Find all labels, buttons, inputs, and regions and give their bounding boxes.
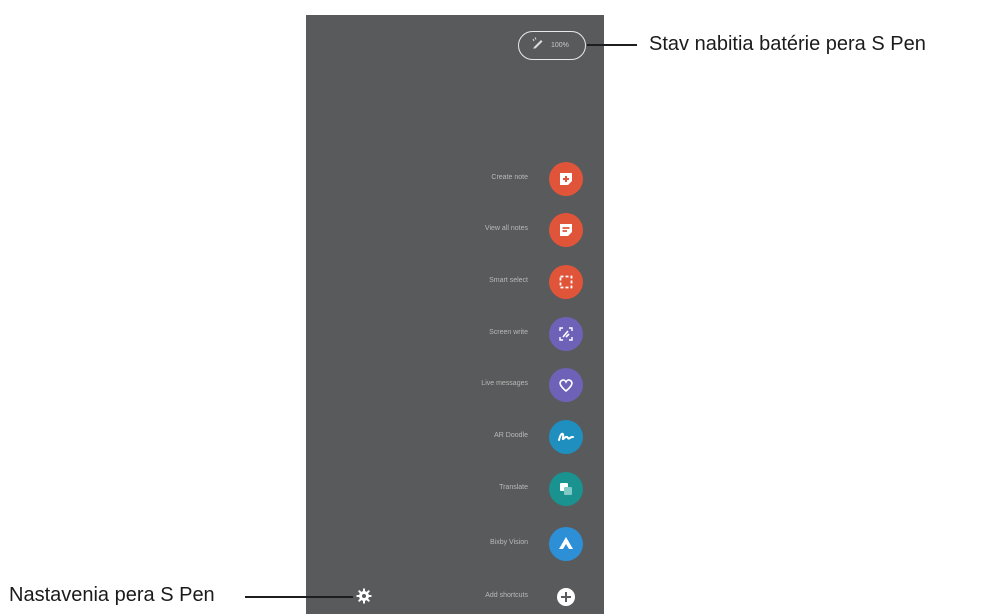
menu-item-label: Add shortcuts [485,592,528,599]
menu-item-create-note[interactable]: Create note [306,162,604,196]
pen-battery-status: 100% [518,31,586,60]
menu-item-view-notes[interactable]: View all notes [306,213,604,247]
translate-icon[interactable] [549,472,583,506]
menu-item-live-messages[interactable]: Live messages [306,368,604,402]
menu-item-label: Translate [499,484,528,491]
view-notes-icon[interactable] [549,213,583,247]
battery-callout-label: Stav nabitia batérie pera S Pen [649,33,926,55]
smart-select-icon[interactable] [549,265,583,299]
ar-doodle-icon[interactable] [549,420,583,454]
settings-callout-label: Nastavenia pera S Pen [9,584,215,606]
gear-icon[interactable] [355,587,373,605]
battery-callout-line [587,44,637,46]
menu-item-bixby-vision[interactable]: Bixby Vision [306,527,604,561]
live-messages-icon[interactable] [549,368,583,402]
add-icon[interactable] [549,580,583,614]
menu-item-translate[interactable]: Translate [306,472,604,506]
menu-item-screen-write[interactable]: Screen write [306,317,604,351]
screen-write-icon[interactable] [549,317,583,351]
air-command-panel [306,15,604,614]
menu-item-label: Create note [491,174,528,181]
menu-item-smart-select[interactable]: Smart select [306,265,604,299]
menu-item-ar-doodle[interactable]: AR Doodle [306,420,604,454]
pen-icon [531,36,545,55]
create-note-icon[interactable] [549,162,583,196]
menu-item-label: Screen write [489,329,528,336]
bixby-vision-icon[interactable] [549,527,583,561]
menu-item-label: Bixby Vision [489,539,528,546]
menu-item-label: View all notes [484,225,528,232]
menu-item-label: AR Doodle [494,432,528,439]
pen-battery-value: 100% [551,42,569,49]
menu-item-label: Live messages [481,380,528,387]
menu-item-label: Smart select [489,277,528,284]
menu-item-add-shortcuts[interactable]: Add shortcuts [306,580,604,614]
